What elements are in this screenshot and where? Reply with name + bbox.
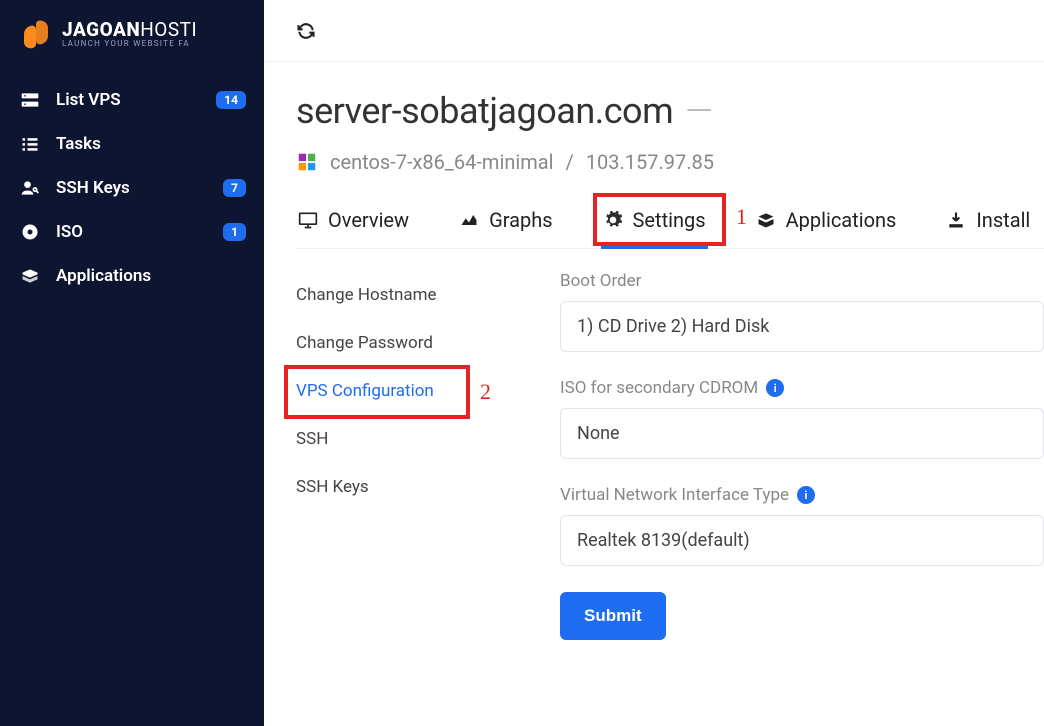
brand-name: JAGOANHOSTI (62, 20, 197, 39)
nic-label: Virtual Network Interface Type i (560, 485, 1044, 505)
submenu-change-hostname[interactable]: Change Hostname (296, 271, 528, 319)
sidebar-badge: 7 (223, 179, 246, 197)
submenu-change-password[interactable]: Change Password (296, 319, 528, 367)
tab-applications[interactable]: Applications (754, 202, 899, 248)
sidebar-item-tasks[interactable]: Tasks (0, 122, 264, 166)
brand-tagline: LAUNCH YOUR WEBSITE FA (62, 39, 197, 48)
tab-settings[interactable]: Settings (601, 202, 708, 248)
info-icon[interactable]: i (797, 486, 815, 504)
sidebar-item-label: List VPS (56, 90, 121, 110)
annotation-1: 1 (736, 204, 747, 230)
tab-overview[interactable]: Overview (296, 202, 411, 248)
centos-icon (296, 151, 318, 173)
info-icon[interactable]: i (766, 379, 784, 397)
sidebar-item-list-vps[interactable]: List VPS 14 (0, 78, 264, 122)
tab-graphs[interactable]: Graphs (457, 202, 554, 248)
boot-order-label: Boot Order (560, 271, 1044, 291)
tabs: Overview Graphs Settings Applications In… (296, 202, 1044, 249)
download-icon (946, 210, 966, 230)
submenu-label: Change Password (296, 333, 433, 353)
sidebar-item-ssh-keys[interactable]: SSH Keys 7 (0, 166, 264, 210)
box-icon (18, 266, 42, 286)
tab-label: Graphs (489, 208, 552, 232)
sidebar-item-iso[interactable]: ISO 1 (0, 210, 264, 254)
brand-logo[interactable]: JAGOANHOSTI LAUNCH YOUR WEBSITE FA (0, 10, 264, 70)
submenu-label: SSH Keys (296, 477, 369, 497)
submenu-label: VPS Configuration (296, 381, 434, 401)
server-ip: 103.157.97.85 (586, 150, 714, 174)
chart-area-icon (459, 210, 479, 230)
topbar (264, 0, 1044, 62)
boot-order-select[interactable]: 1) CD Drive 2) Hard Disk (560, 301, 1044, 352)
gear-icon (603, 210, 623, 230)
submit-button[interactable]: Submit (560, 592, 666, 640)
brand-mark-icon (18, 16, 54, 52)
tab-label: Overview (328, 208, 409, 232)
main-content: server-sobatjagoan.com— centos-7-x86_64-… (264, 0, 1044, 726)
monitor-icon (298, 210, 318, 230)
sidebar-badge: 1 (223, 223, 246, 241)
server-meta: centos-7-x86_64-minimal / 103.157.97.85 (296, 150, 1044, 174)
iso-label: ISO for secondary CDROM i (560, 378, 1044, 398)
user-key-icon (18, 178, 42, 198)
box-open-icon (756, 210, 776, 230)
os-name: centos-7-x86_64-minimal (330, 150, 554, 174)
tab-label: Settings (633, 208, 706, 232)
submenu-label: Change Hostname (296, 285, 437, 305)
sidebar-item-label: SSH Keys (56, 178, 130, 198)
submenu-label: SSH (296, 429, 328, 449)
settings-submenu: Change Hostname Change Password VPS Conf… (296, 271, 528, 640)
sidebar-badge: 14 (216, 91, 246, 109)
disc-icon (18, 222, 42, 242)
server-icon (18, 90, 42, 110)
tab-install[interactable]: Install (944, 202, 1032, 248)
iso-select[interactable]: None (560, 408, 1044, 459)
sidebar-item-applications[interactable]: Applications (0, 254, 264, 298)
submenu-ssh[interactable]: SSH (296, 415, 528, 463)
refresh-icon[interactable] (296, 21, 316, 41)
submenu-vps-configuration[interactable]: VPS Configuration (296, 367, 528, 415)
nic-select[interactable]: Realtek 8139(default) (560, 515, 1044, 566)
list-icon (18, 134, 42, 154)
annotation-2: 2 (480, 379, 491, 405)
sidebar-item-label: ISO (56, 222, 83, 242)
tab-label: Applications (786, 208, 897, 232)
submenu-ssh-keys[interactable]: SSH Keys (296, 463, 528, 511)
sidebar-item-label: Applications (56, 266, 151, 286)
vps-config-form: Boot Order 1) CD Drive 2) Hard Disk ISO … (528, 271, 1044, 640)
sidebar: JAGOANHOSTI LAUNCH YOUR WEBSITE FA List … (0, 0, 264, 726)
sidebar-item-label: Tasks (56, 134, 101, 154)
tab-label: Install (976, 208, 1030, 232)
sidebar-nav: List VPS 14 Tasks SSH Keys 7 ISO 1 Appli… (0, 78, 264, 298)
page-title: server-sobatjagoan.com— (296, 90, 1044, 132)
